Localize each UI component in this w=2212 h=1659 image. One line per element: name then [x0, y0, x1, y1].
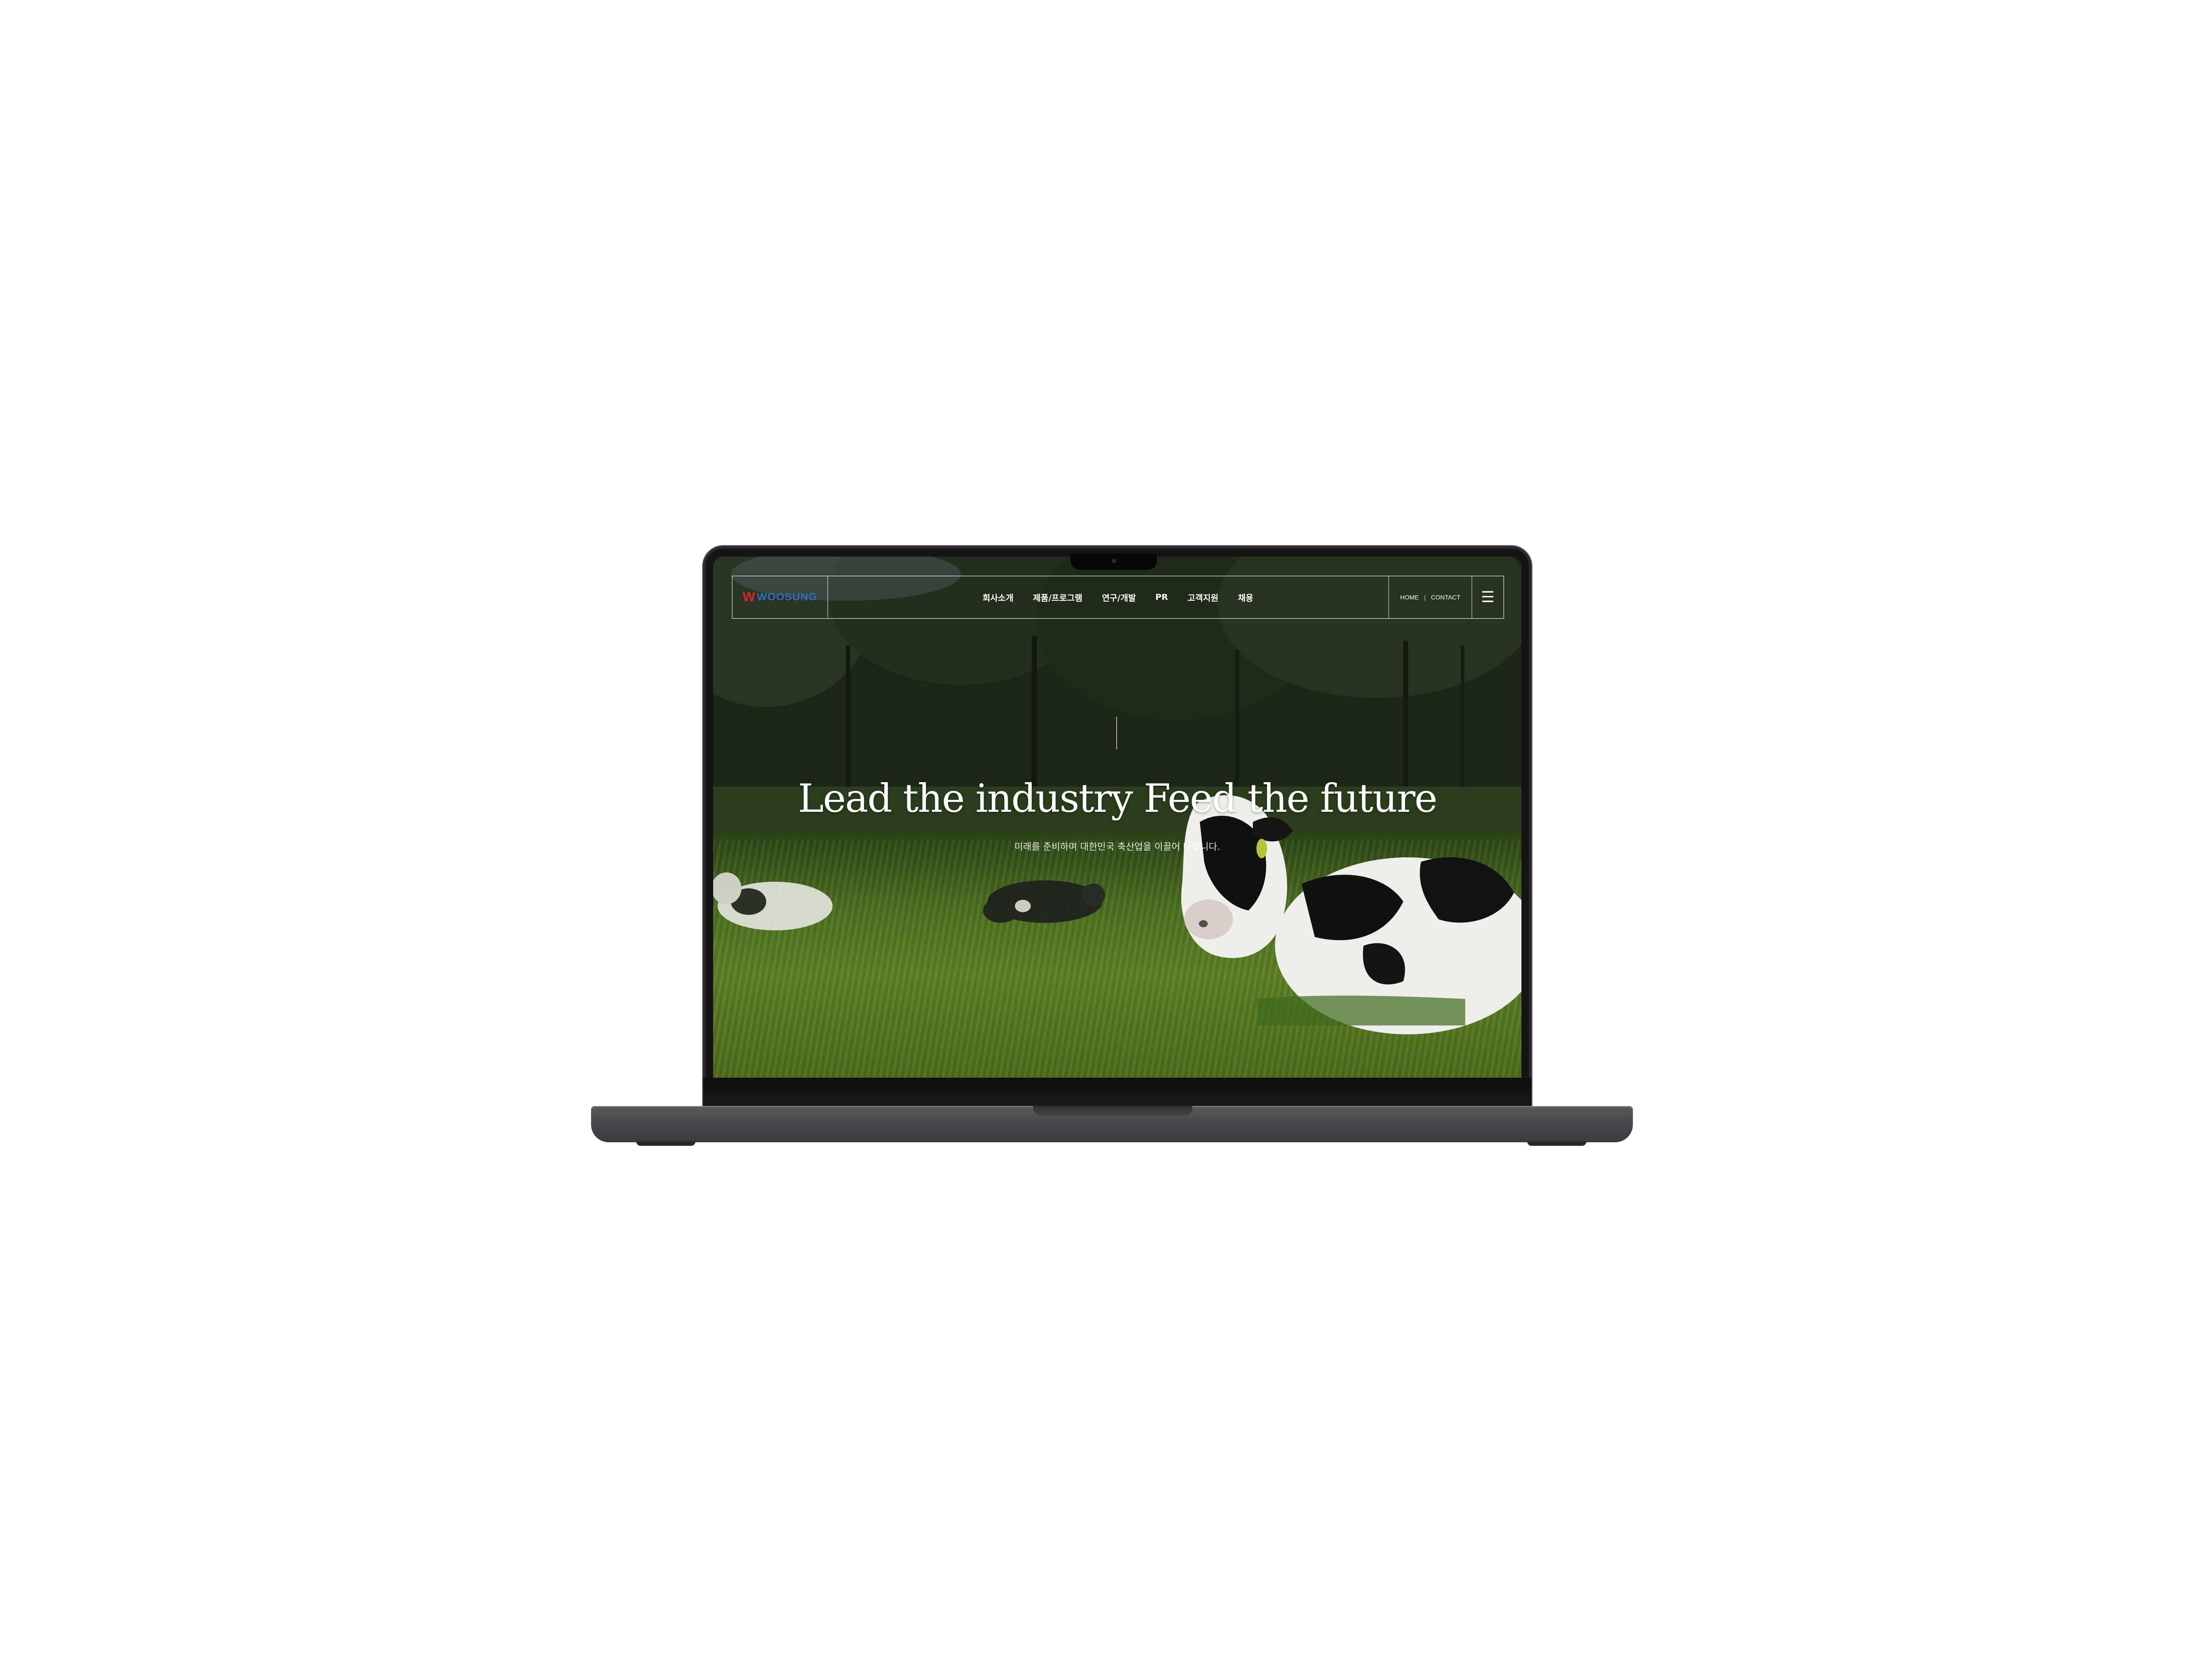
utility-separator: | [1424, 594, 1426, 601]
hero-title: Lead the industry Feed the future [798, 776, 1438, 821]
nav-item-company[interactable]: 회사소개 [983, 591, 1014, 603]
hero-divider-line [1116, 717, 1117, 749]
main-nav: 회사소개 제품/프로그램 연구/개발 PR 고객지원 채용 [733, 576, 1503, 618]
mockup-stage: W WOOSUNG 회사소개 제품/프로그램 연구/개발 PR 고객지원 채용 … [0, 0, 2212, 1659]
nav-item-support[interactable]: 고객지원 [1187, 591, 1218, 603]
laptop-foot-left [636, 1141, 695, 1146]
laptop-chin [703, 1078, 1532, 1108]
laptop-foot-right [1527, 1141, 1586, 1146]
camera-icon [1112, 559, 1116, 563]
cow-distant-middle [983, 880, 1105, 923]
logo-text: WOOSUNG [757, 591, 818, 603]
home-link[interactable]: HOME [1400, 594, 1419, 601]
logo-mark: W [742, 590, 755, 604]
menu-button[interactable]: ☰ [1471, 576, 1503, 618]
cow-foreground [1181, 795, 1521, 1034]
nav-item-careers[interactable]: 채용 [1238, 591, 1253, 603]
site-header: W WOOSUNG 회사소개 제품/프로그램 연구/개발 PR 고객지원 채용 … [732, 576, 1504, 619]
nav-item-pr[interactable]: PR [1156, 592, 1168, 602]
cow-distant-left [713, 872, 833, 930]
hamburger-menu-icon: ☰ [1481, 588, 1495, 606]
laptop-screen: W WOOSUNG 회사소개 제품/프로그램 연구/개발 PR 고객지원 채용 … [713, 557, 1521, 1078]
logo[interactable]: W WOOSUNG [733, 576, 828, 618]
nav-item-products[interactable]: 제품/프로그램 [1033, 591, 1083, 603]
laptop-thumb-notch [1033, 1106, 1192, 1116]
nav-item-research[interactable]: 연구/개발 [1102, 591, 1136, 603]
hero-subtitle: 미래를 준비하며 대한민국 축산업을 이끌어 나갑니다. [1014, 841, 1221, 852]
contact-link[interactable]: CONTACT [1431, 594, 1461, 601]
utility-links: HOME | CONTACT [1388, 576, 1471, 618]
